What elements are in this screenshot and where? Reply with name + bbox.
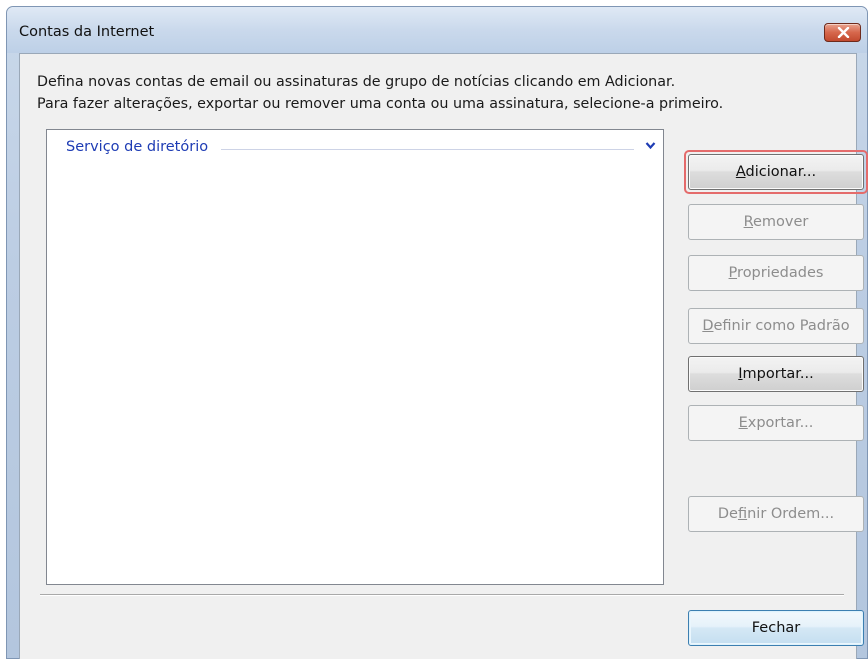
set-order-access-key: f bbox=[737, 506, 748, 522]
set-default-label-post: efinir como Padrão bbox=[713, 318, 850, 334]
close-window-button[interactable] bbox=[824, 23, 861, 42]
set-default-access-key: D bbox=[702, 318, 714, 334]
add-label-post: dicionar... bbox=[745, 164, 817, 180]
properties-button[interactable]: Propriedades bbox=[688, 255, 864, 291]
import-button[interactable]: Importar... bbox=[688, 356, 864, 392]
remove-access-key: R bbox=[743, 214, 754, 230]
import-label-post: mportar... bbox=[742, 366, 814, 382]
export-button[interactable]: Exportar... bbox=[688, 405, 864, 441]
accounts-list[interactable]: Serviço de diretório bbox=[46, 129, 664, 585]
dialog-body: Defina novas contas de email ou assinatu… bbox=[19, 53, 868, 659]
set-order-label-pre: De bbox=[717, 506, 738, 522]
export-access-key: E bbox=[738, 415, 748, 431]
properties-label-post: ropriedades bbox=[737, 265, 824, 281]
window-title: Contas da Internet bbox=[19, 24, 155, 40]
remove-label-post: emover bbox=[753, 214, 809, 230]
add-access-key: A bbox=[735, 164, 746, 180]
set-default-button[interactable]: Definir como Padrão bbox=[688, 308, 864, 344]
set-order-button[interactable]: Definir Ordem... bbox=[688, 496, 864, 532]
properties-access-key: P bbox=[728, 265, 738, 281]
footer-separator bbox=[40, 594, 844, 596]
instruction-line-2: Para fazer alterações, exportar ou remov… bbox=[37, 96, 724, 112]
group-label: Serviço de diretório bbox=[66, 139, 209, 155]
chevron-down-icon[interactable] bbox=[645, 141, 656, 150]
remove-button[interactable]: Remover bbox=[688, 204, 864, 240]
internet-accounts-window: Contas da Internet Defina novas contas d… bbox=[6, 6, 868, 659]
set-order-label-post: inir Ordem... bbox=[747, 506, 835, 522]
group-header-directory-service[interactable]: Serviço de diretório bbox=[66, 139, 660, 157]
close-icon bbox=[837, 27, 850, 38]
group-divider bbox=[221, 149, 634, 150]
export-label-post: xportar... bbox=[747, 415, 814, 431]
instruction-line-1: Defina novas contas de email ou assinatu… bbox=[37, 74, 676, 90]
instructions: Defina novas contas de email ou assinatu… bbox=[37, 71, 723, 115]
close-button[interactable]: Fechar bbox=[688, 610, 864, 646]
title-bar[interactable]: Contas da Internet bbox=[7, 7, 867, 53]
add-button[interactable]: Adicionar... bbox=[688, 154, 864, 190]
